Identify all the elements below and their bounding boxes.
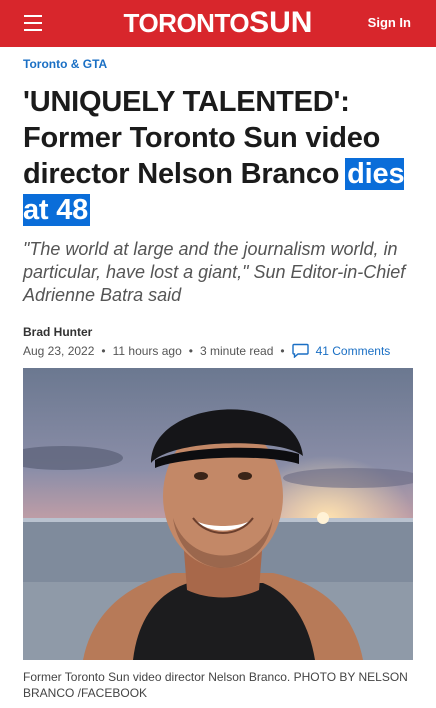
- article-subhead: "The world at large and the journalism w…: [23, 239, 406, 305]
- page-title: 'UNIQUELY TALENTED': Former Toronto Sun …: [23, 84, 415, 228]
- article-meta: Aug 23, 2022 • 11 hours ago • 3 minute r…: [23, 343, 415, 358]
- publish-date: Aug 23, 2022: [23, 343, 95, 358]
- article-photo[interactable]: [23, 368, 413, 660]
- comments-link[interactable]: 41 Comments: [316, 344, 391, 358]
- time-ago: 11 hours ago: [112, 343, 182, 358]
- meta-separator: •: [101, 343, 106, 358]
- comment-icon[interactable]: [291, 343, 309, 358]
- headline-text: 'UNIQUELY TALENTED': Former Toronto Sun …: [23, 86, 381, 190]
- author-name[interactable]: Brad Hunter: [23, 325, 415, 339]
- article-header: Toronto & GTA 'UNIQUELY TALENTED': Forme…: [23, 56, 415, 358]
- photo-caption: Former Toronto Sun video director Nelson…: [23, 670, 408, 700]
- hamburger-menu-icon[interactable]: [24, 15, 42, 31]
- top-nav-bar: TORONTOSUN Sign In: [0, 0, 436, 47]
- meta-separator: •: [280, 343, 285, 358]
- read-time: 3 minute read: [199, 343, 274, 358]
- sign-in-button[interactable]: Sign In: [368, 15, 411, 30]
- logo-text-toronto: TORONTO: [123, 8, 250, 38]
- category-link[interactable]: Toronto & GTA: [23, 56, 415, 72]
- meta-separator: •: [188, 343, 193, 358]
- logo-text-sun: SUN: [249, 6, 313, 39]
- portrait-photo-icon: [23, 368, 413, 660]
